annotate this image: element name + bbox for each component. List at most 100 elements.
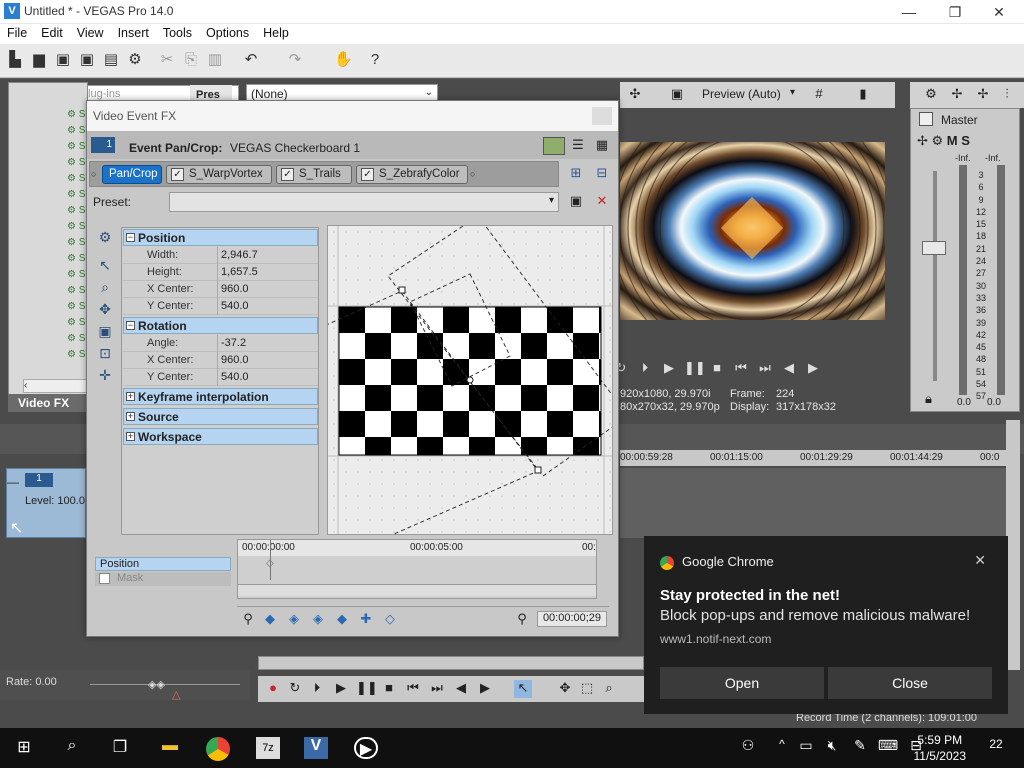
render-icon[interactable]: ▤ bbox=[102, 52, 120, 70]
kf-track-mask[interactable]: Mask bbox=[95, 572, 231, 586]
save-as-icon[interactable]: ▣ bbox=[78, 52, 96, 70]
properties-gear-icon[interactable]: ⚙ bbox=[126, 52, 144, 70]
next-keyframe-icon[interactable]: ◈ bbox=[309, 611, 327, 629]
sync-cursor-icon[interactable]: ⚲ bbox=[239, 611, 257, 629]
checkmark-icon[interactable]: ✓ bbox=[281, 168, 294, 181]
network-icon[interactable]: ▭ bbox=[794, 737, 818, 759]
fx-grid-icon[interactable]: ▦ bbox=[593, 137, 611, 155]
notification-close-button[interactable]: Close bbox=[828, 667, 992, 699]
menu-file[interactable]: File bbox=[0, 24, 34, 40]
windows-start-icon[interactable]: ⊞ bbox=[12, 737, 36, 759]
section-position[interactable]: − Position bbox=[123, 229, 318, 246]
chrome-taskbar-icon[interactable] bbox=[206, 737, 230, 761]
move-freely-icon[interactable]: ✛ bbox=[96, 367, 114, 385]
close-window-button[interactable]: ✕ bbox=[976, 2, 1022, 22]
system-clock[interactable]: 5:59 PM 11/5/2023 bbox=[914, 732, 967, 764]
prop-row[interactable]: Angle: -37.2 bbox=[123, 335, 318, 352]
chrome-notification[interactable]: Google Chrome ✕ Stay protected in the ne… bbox=[644, 536, 1008, 714]
volume-muted-icon[interactable]: 🔇︎ bbox=[820, 737, 844, 759]
checkmark-icon[interactable]: ✓ bbox=[361, 168, 374, 181]
preview-quality-select[interactable]: Preview (Auto) bbox=[702, 87, 781, 101]
go-to-end-icon[interactable]: ⏭ bbox=[428, 680, 446, 698]
go-to-start-icon[interactable]: ⏮ bbox=[404, 680, 422, 698]
task-view-icon[interactable]: ❐ bbox=[108, 737, 132, 759]
delete-preset-icon[interactable]: ✕ bbox=[593, 193, 611, 211]
checkmark-icon[interactable]: ✓ bbox=[171, 168, 184, 181]
timeline-horizontal-scrollbar[interactable] bbox=[258, 656, 644, 670]
help-icon[interactable]: ? bbox=[366, 52, 384, 70]
collapse-icon[interactable]: — bbox=[7, 475, 19, 489]
keyframe-timeline[interactable]: 00:00:00:00 00:00:05:00 00: ◇ bbox=[237, 539, 597, 599]
section-keyframe-interpolation[interactable]: + Keyframe interpolation bbox=[123, 388, 318, 405]
go-to-end-icon[interactable]: ⏭ bbox=[756, 360, 774, 378]
keyboard-icon[interactable]: ⌨ bbox=[876, 737, 900, 759]
save-icon[interactable]: ▣ bbox=[54, 52, 72, 70]
prop-value[interactable]: 960.0 bbox=[221, 283, 249, 295]
previous-frame-icon[interactable]: ◀ bbox=[780, 360, 798, 378]
split-screen-icon[interactable]: ✣ bbox=[626, 86, 644, 104]
expand-icon[interactable]: + bbox=[126, 432, 135, 441]
mixer-window-icon[interactable]: ✢ bbox=[948, 86, 966, 104]
lock-aspect-icon[interactable]: ▣ bbox=[96, 323, 114, 341]
last-keyframe-icon[interactable]: ◆ bbox=[333, 611, 351, 629]
section-rotation[interactable]: − Rotation bbox=[123, 317, 318, 334]
prop-value[interactable]: 540.0 bbox=[221, 300, 249, 312]
copy-snapshot-icon[interactable]: ▮ bbox=[854, 86, 872, 104]
prop-row[interactable]: Y Center: 540.0 bbox=[123, 298, 318, 315]
mask-checkbox[interactable] bbox=[99, 573, 110, 584]
video-track-lane[interactable] bbox=[620, 468, 1006, 538]
vegas-taskbar-icon[interactable]: V bbox=[304, 737, 328, 759]
first-keyframe-icon[interactable]: ◆ bbox=[261, 611, 279, 629]
prop-value[interactable]: 540.0 bbox=[221, 371, 249, 383]
section-source[interactable]: + Source bbox=[123, 408, 318, 425]
normal-edit-tool-icon[interactable]: ↖ bbox=[514, 680, 532, 698]
maximize-button[interactable]: ❐ bbox=[932, 2, 978, 22]
collapse-icon[interactable]: − bbox=[126, 233, 135, 242]
play-from-start-icon[interactable]: ⏵ bbox=[308, 680, 326, 698]
play-icon[interactable]: ▶ bbox=[332, 680, 350, 698]
prop-value[interactable]: 960.0 bbox=[221, 354, 249, 366]
fx-chain-icon[interactable]: ✢ bbox=[974, 86, 992, 104]
prop-value[interactable]: 1,657.5 bbox=[221, 266, 258, 278]
file-explorer-icon[interactable]: ▬ bbox=[158, 737, 182, 759]
section-workspace[interactable]: + Workspace bbox=[123, 428, 318, 445]
next-frame-icon[interactable]: ▶ bbox=[804, 360, 822, 378]
prop-row[interactable]: Width: 2,946.7 bbox=[123, 247, 318, 264]
envelope-tool-icon[interactable]: ✥ bbox=[556, 680, 574, 698]
size-about-center-icon[interactable]: ⊡ bbox=[96, 345, 114, 363]
previous-frame-icon[interactable]: ◀ bbox=[452, 680, 470, 698]
kf-time-display[interactable]: 00:00:00;29 bbox=[537, 611, 607, 627]
prop-row[interactable]: Y Center: 540.0 bbox=[123, 369, 318, 386]
menu-edit[interactable]: Edit bbox=[34, 24, 70, 40]
plugin-icon[interactable]: ✋ bbox=[334, 52, 353, 70]
pan-crop-canvas[interactable] bbox=[327, 225, 613, 535]
preset-dropdown[interactable]: ▾ bbox=[169, 192, 559, 212]
pause-icon[interactable]: ❚❚ bbox=[684, 360, 706, 378]
collapse-icon[interactable]: − bbox=[126, 321, 135, 330]
record-icon[interactable]: ● bbox=[264, 680, 282, 698]
move-tool-icon[interactable]: ✥ bbox=[96, 301, 114, 319]
pause-icon[interactable]: ❚❚ bbox=[356, 680, 378, 698]
chevron-down-icon[interactable]: ▾ bbox=[790, 87, 795, 98]
kf-scrollbar[interactable] bbox=[238, 584, 596, 596]
tree-horizontal-scrollbar[interactable]: ‹ bbox=[23, 379, 93, 393]
play-from-start-icon[interactable]: ⏵ bbox=[636, 360, 654, 378]
selection-tool-icon[interactable]: ⬚ bbox=[578, 680, 596, 698]
copy-icon[interactable]: ⎘ bbox=[182, 52, 200, 70]
fx-zebrafycolor-button[interactable]: ✓ S_ZebrafyColor bbox=[356, 165, 468, 184]
fx-view-icon[interactable] bbox=[543, 137, 565, 155]
minimize-button[interactable]: — bbox=[886, 2, 932, 22]
dialog-close-button[interactable] bbox=[592, 107, 612, 125]
open-folder-icon[interactable]: ▆ bbox=[30, 52, 48, 70]
menu-view[interactable]: View bbox=[70, 24, 111, 40]
add-keyframe-icon[interactable]: ✚ bbox=[357, 611, 375, 629]
menu-tools[interactable]: Tools bbox=[156, 24, 199, 40]
pointer-tool-icon[interactable]: ↖ bbox=[96, 257, 114, 275]
menu-insert[interactable]: Insert bbox=[111, 24, 156, 40]
mixer-settings-icon[interactable]: ⫶ bbox=[998, 86, 1016, 104]
show-hidden-icons-icon[interactable]: ^ bbox=[770, 737, 794, 759]
fx-trails-button[interactable]: ✓ S_Trails bbox=[276, 165, 352, 184]
fx-pan-crop-button[interactable]: Pan/Crop bbox=[102, 165, 162, 184]
prop-row[interactable]: Height: 1,657.5 bbox=[123, 264, 318, 281]
stop-icon[interactable]: ■ bbox=[380, 680, 398, 698]
